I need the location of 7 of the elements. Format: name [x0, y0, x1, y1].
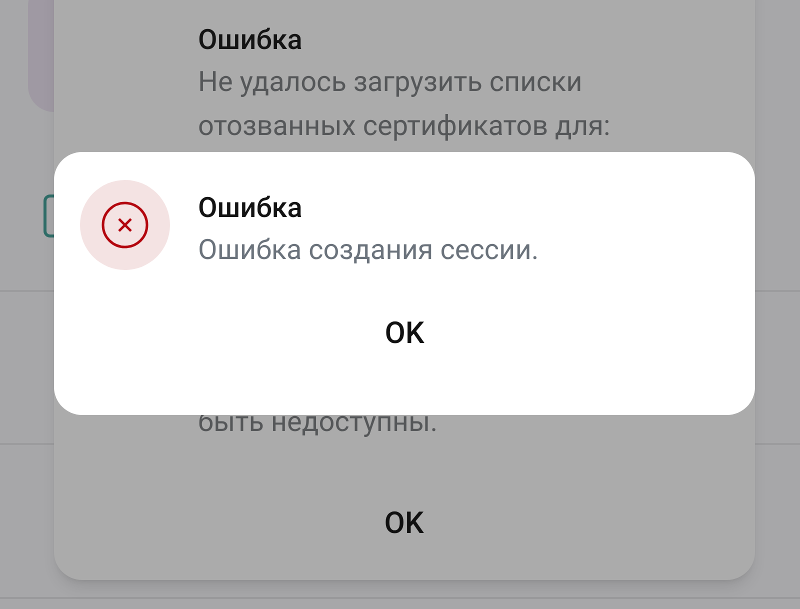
- ok-button[interactable]: OK: [354, 498, 454, 548]
- dialog-title: Ошибка: [198, 22, 304, 58]
- dialog-message: Не удалось загрузить списки: [198, 64, 584, 100]
- dialog-message: отозванных сертификатов для:: [198, 108, 612, 144]
- dialog-message: Ошибка создания сессии.: [198, 232, 539, 268]
- dialog-title: Ошибка: [198, 190, 304, 226]
- ok-button[interactable]: OK: [354, 308, 454, 358]
